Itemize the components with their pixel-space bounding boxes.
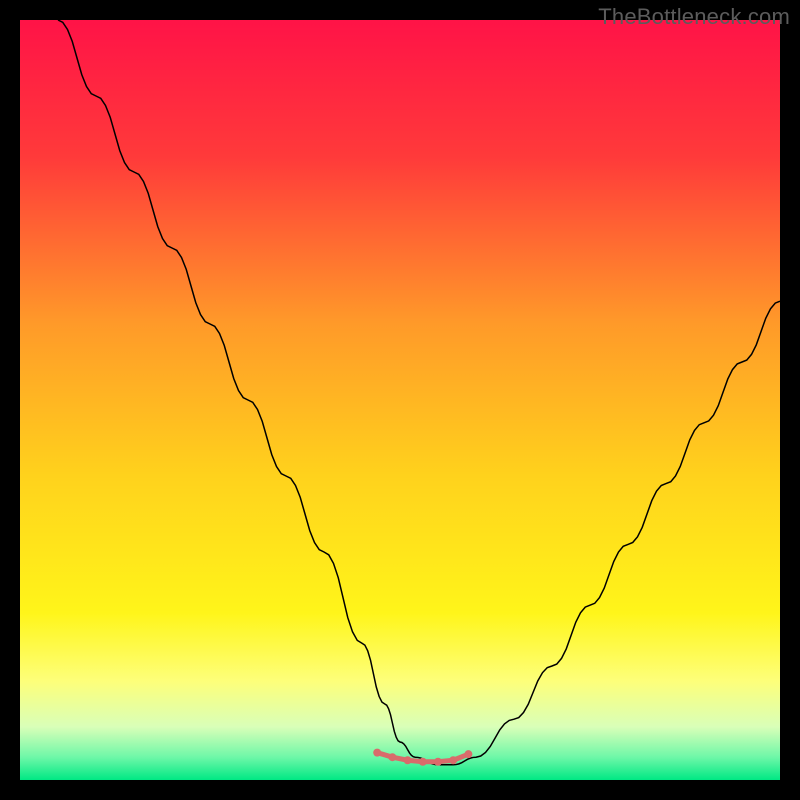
watermark-text: TheBottleneck.com (598, 4, 790, 30)
bottom-marker-dot (419, 758, 427, 766)
bottom-marker-dot (464, 750, 472, 758)
bottom-marker-dot (434, 758, 442, 766)
gradient-background (20, 20, 780, 780)
bottom-marker-dot (449, 756, 457, 764)
bottleneck-plot (20, 20, 780, 780)
bottom-marker-dot (404, 756, 412, 764)
bottom-marker-dot (388, 753, 396, 761)
bottom-marker-dot (373, 749, 381, 757)
chart-frame (20, 20, 780, 780)
